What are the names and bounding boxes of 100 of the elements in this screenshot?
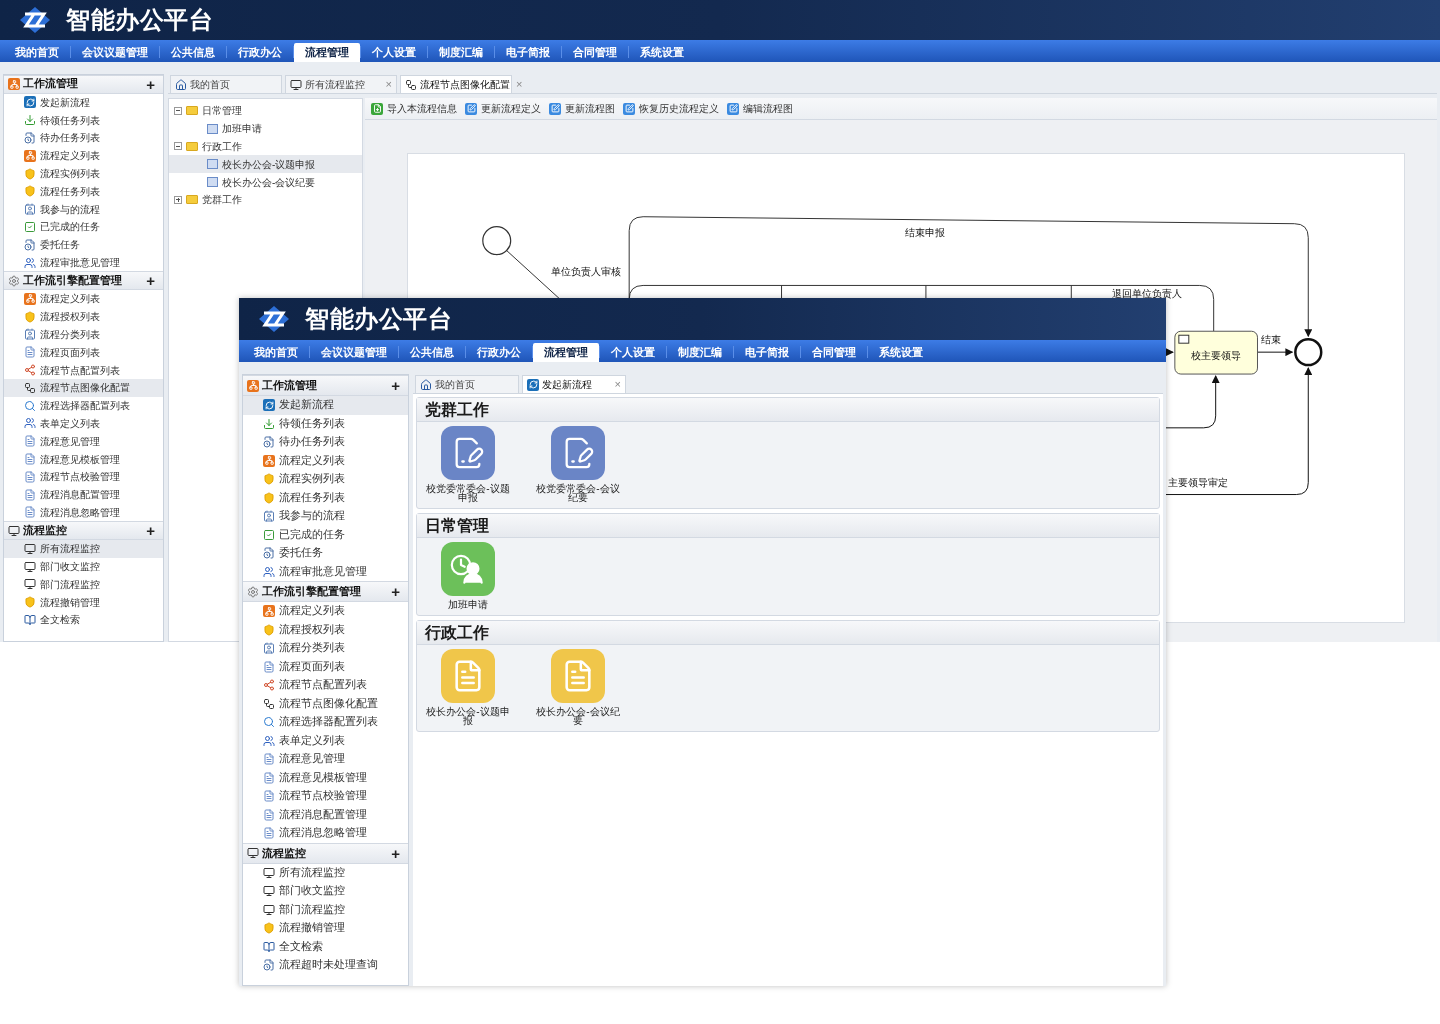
expand-button[interactable]: +	[142, 523, 159, 539]
sidebar-item[interactable]: 全文检索	[4, 611, 163, 629]
sidebar-item[interactable]: 发起新流程	[4, 93, 163, 112]
sidebar-item[interactable]: 部门流程监控	[4, 575, 163, 594]
tree-leaf[interactable]: 校长办公会-议题申报	[169, 155, 362, 174]
tree-leaf[interactable]: 校长办公会-会议纪要	[169, 173, 362, 191]
nav-tab[interactable]: 会议议题管理	[71, 43, 159, 62]
sidebar-item[interactable]: 所有流程监控	[243, 863, 408, 882]
toolbar-button[interactable]: 恢复历史流程定义	[623, 101, 719, 116]
sidebar-item[interactable]: 表单定义列表	[4, 414, 163, 433]
nav-tab[interactable]: 公共信息	[399, 343, 465, 362]
nav-tab[interactable]: 个人设置	[361, 43, 427, 62]
sidebar-item[interactable]: 流程分类列表	[243, 639, 408, 658]
sidebar-item[interactable]: 已完成的任务	[243, 525, 408, 544]
sidebar-item[interactable]: 流程授权列表	[243, 620, 408, 639]
nav-tab[interactable]: 系统设置	[868, 343, 934, 362]
process-tile[interactable]: 校长办公会-议题申报	[425, 649, 511, 725]
toolbar-button[interactable]: 编辑流程图	[727, 101, 793, 116]
tree-leaf[interactable]: 加班申请	[169, 119, 362, 138]
sidebar-item[interactable]: 流程任务列表	[4, 182, 163, 201]
sidebar-item[interactable]: 已完成的任务	[4, 218, 163, 236]
sidebar-item[interactable]: 流程节点配置列表	[243, 676, 408, 695]
expand-button[interactable]: +	[387, 845, 404, 861]
nav-tab[interactable]: 制度汇编	[667, 343, 733, 362]
sidebar-item[interactable]: 流程意见管理	[4, 432, 163, 451]
expand-button[interactable]: +	[142, 76, 159, 92]
sidebar-item[interactable]: 流程页面列表	[243, 657, 408, 676]
sidebar-item[interactable]: 流程意见模板管理	[4, 450, 163, 468]
sidebar-item[interactable]: 待领任务列表	[243, 414, 408, 433]
sidebar-item[interactable]: 待办任务列表	[243, 433, 408, 452]
sidebar-item[interactable]: 委托任务	[243, 544, 408, 563]
tab[interactable]: 我的首页	[170, 75, 282, 93]
expander-icon[interactable]	[174, 195, 182, 204]
toolbar-button[interactable]: 更新流程定义	[465, 101, 541, 116]
process-tile[interactable]: 校党委常委会-会议纪要	[535, 426, 621, 502]
sidebar-item[interactable]: 流程定义列表	[4, 146, 163, 165]
sidebar-item[interactable]: 流程实例列表	[4, 164, 163, 183]
sidebar-item[interactable]: 流程节点校验管理	[4, 467, 163, 486]
sidebar-item[interactable]: 流程任务列表	[243, 488, 408, 507]
sidebar-item[interactable]: 我参与的流程	[243, 507, 408, 526]
tab[interactable]: 发起新流程 ×	[522, 375, 626, 393]
sidebar-item[interactable]: 流程实例列表	[243, 470, 408, 489]
sidebar-item[interactable]: 流程节点图像化配置	[4, 378, 163, 397]
process-tile[interactable]: 加班申请	[425, 542, 511, 609]
tab[interactable]: 我的首页	[415, 375, 519, 393]
sidebar-item[interactable]: 流程授权列表	[4, 307, 163, 326]
sidebar-item[interactable]: 流程审批意见管理	[243, 562, 408, 581]
sidebar-item[interactable]: 流程意见管理	[243, 750, 408, 769]
sidebar-item[interactable]: 全文检索	[243, 937, 408, 956]
nav-tab[interactable]: 公共信息	[160, 43, 226, 62]
nav-tab[interactable]: 我的首页	[4, 43, 70, 62]
tab[interactable]: 所有流程监控 ×	[285, 75, 397, 93]
sidebar-item[interactable]: 流程消息忽略管理	[243, 824, 408, 843]
tree-node[interactable]: 日常管理	[169, 102, 362, 120]
sidebar-item[interactable]: 流程超时未处理查询	[243, 956, 408, 975]
nav-tab[interactable]: 流程管理	[533, 343, 599, 362]
nav-tab[interactable]: 流程管理	[294, 43, 360, 62]
nav-tab[interactable]: 电子简报	[734, 343, 800, 362]
sidebar-item[interactable]: 我参与的流程	[4, 200, 163, 219]
expand-button[interactable]: +	[387, 378, 404, 393]
sidebar-item[interactable]: 流程消息配置管理	[243, 805, 408, 824]
nav-tab[interactable]: 行政办公	[227, 43, 293, 62]
sidebar-item[interactable]: 流程消息忽略管理	[4, 503, 163, 522]
sidebar-item[interactable]: 流程撤销管理	[243, 919, 408, 938]
sidebar-item[interactable]: 流程定义列表	[4, 289, 163, 308]
sidebar-item[interactable]: 流程节点图像化配置	[243, 694, 408, 713]
sidebar-item[interactable]: 流程定义列表	[243, 602, 408, 621]
sidebar-item[interactable]: 流程页面列表	[4, 343, 163, 362]
sidebar-item[interactable]: 流程撤销管理	[4, 593, 163, 611]
sidebar-item[interactable]: 部门收文监控	[243, 882, 408, 901]
sidebar-item[interactable]: 流程节点校验管理	[243, 787, 408, 806]
nav-tab[interactable]: 合同管理	[562, 43, 628, 62]
sidebar-item[interactable]: 流程选择器配置列表	[243, 713, 408, 732]
expand-button[interactable]: +	[142, 273, 159, 289]
expander-icon[interactable]	[174, 106, 182, 115]
sidebar-item[interactable]: 流程消息配置管理	[4, 485, 163, 504]
sidebar-item[interactable]: 流程意见模板管理	[243, 768, 408, 787]
process-tile[interactable]: 校长办公会-会议纪要	[535, 649, 621, 725]
expand-button[interactable]: +	[387, 584, 404, 599]
sidebar-item[interactable]: 流程选择器配置列表	[4, 396, 163, 415]
expander-icon[interactable]	[174, 142, 182, 151]
nav-tab[interactable]: 制度汇编	[428, 43, 494, 62]
nav-tab[interactable]: 电子简报	[495, 43, 561, 62]
close-button[interactable]: ×	[614, 379, 621, 390]
sidebar-item[interactable]: 委托任务	[4, 235, 163, 254]
sidebar-item[interactable]: 部门流程监控	[243, 900, 408, 919]
sidebar-item[interactable]: 发起新流程	[243, 396, 408, 415]
process-tile[interactable]: 校党委常委会-议题申报	[425, 426, 511, 502]
sidebar-item[interactable]: 表单定义列表	[243, 731, 408, 750]
sidebar-item[interactable]: 待领任务列表	[4, 111, 163, 130]
sidebar-item[interactable]: 流程定义列表	[243, 451, 408, 470]
nav-tab[interactable]: 会议议题管理	[310, 343, 398, 362]
sidebar-item[interactable]: 待办任务列表	[4, 129, 163, 147]
nav-tab[interactable]: 合同管理	[801, 343, 867, 362]
nav-tab[interactable]: 我的首页	[243, 343, 309, 362]
toolbar-button[interactable]: 导入本流程信息	[371, 101, 457, 116]
tree-node[interactable]: 行政工作	[169, 137, 362, 156]
nav-tab[interactable]: 系统设置	[629, 43, 695, 62]
nav-tab[interactable]: 行政办公	[466, 343, 532, 362]
sidebar-item[interactable]: 流程节点配置列表	[4, 361, 163, 379]
